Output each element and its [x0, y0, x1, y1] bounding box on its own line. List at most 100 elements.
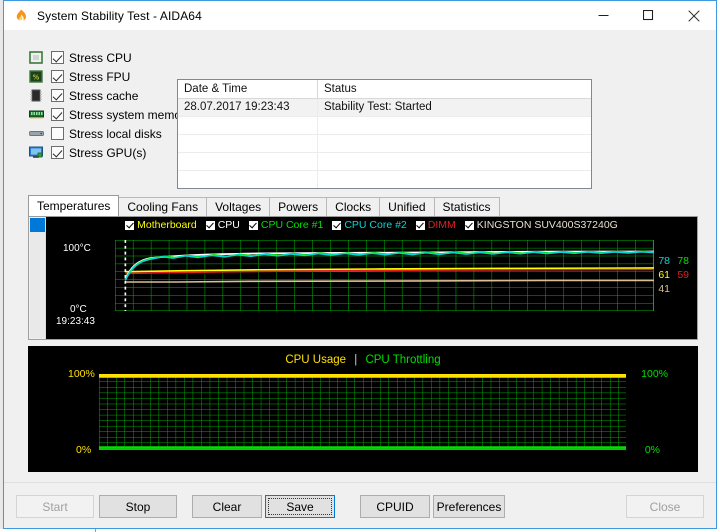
table-header-row: Date & Time Status — [178, 80, 591, 99]
stress-cpu-checkbox[interactable] — [51, 51, 64, 65]
cell-status — [318, 117, 591, 135]
legend-label: Motherboard — [137, 219, 197, 231]
legend-label: DIMM — [427, 219, 456, 231]
stress-option-label: Stress GPU(s) — [69, 145, 147, 160]
maximize-button[interactable] — [626, 1, 671, 30]
stress-option-local-disks[interactable]: Stress local disks — [28, 125, 178, 143]
cell-datetime: 28.07.2017 19:23:43 — [178, 99, 318, 117]
stress-option-fpu[interactable]: % Stress FPU — [28, 68, 178, 86]
close-button[interactable] — [671, 1, 716, 30]
cpu-left-max-label: 100% — [68, 368, 95, 380]
temperature-plot-area — [115, 240, 654, 311]
cell-status — [318, 135, 591, 153]
start-button[interactable]: Start — [16, 495, 94, 518]
cpuid-button[interactable]: CPUID — [360, 495, 430, 518]
stop-button[interactable]: Stop — [99, 495, 177, 518]
tab-powers[interactable]: Powers — [269, 197, 328, 216]
clear-button[interactable]: Clear — [192, 495, 262, 518]
column-header-status[interactable]: Status — [318, 80, 591, 99]
aida64-stability-test-window: System Stability Test - AIDA64 Stress CP… — [3, 0, 717, 529]
stress-option-cache[interactable]: Stress cache — [28, 87, 178, 105]
cpu-right-min-label: 0% — [644, 444, 660, 456]
legend-checkbox-icon[interactable] — [332, 220, 342, 230]
table-row[interactable] — [178, 117, 591, 135]
temp-value-dimm: 59 — [677, 269, 689, 281]
stress-local-disks-checkbox[interactable] — [51, 127, 64, 141]
table-row[interactable] — [178, 135, 591, 153]
legend-label: KINGSTON SUV400S37240G — [476, 219, 618, 231]
stress-option-gpu[interactable]: Stress GPU(s) — [28, 144, 178, 162]
save-button[interactable]: Save — [265, 495, 335, 518]
legend-item-dimm[interactable]: DIMM — [415, 219, 456, 231]
legend-checkbox-icon[interactable] — [415, 220, 425, 230]
chart-tabs: Temperatures Cooling Fans Voltages Power… — [28, 195, 698, 216]
temp-value-cpu-core-2: 78 — [658, 255, 670, 267]
legend-label: CPU — [217, 219, 240, 231]
legend-checkbox-icon[interactable] — [205, 220, 215, 230]
legend-item-kingston-ssd[interactable]: KINGSTON SUV400S37240G — [464, 219, 618, 231]
cpu-chart-title: CPU Usage | CPU Throttling — [28, 354, 698, 366]
temp-axis-start-time-label: 19:23:43 — [56, 316, 95, 327]
legend-label: CPU Core #1 — [260, 219, 324, 231]
gpu-monitor-icon — [28, 145, 44, 160]
cell-status — [318, 171, 591, 188]
stress-option-system-memory[interactable]: Stress system memory — [28, 106, 191, 124]
minimize-button[interactable] — [581, 1, 626, 30]
temperature-graph: Motherboard CPU CPU Core #1 CPU Core #2 — [46, 217, 697, 339]
svg-text:%: % — [33, 74, 40, 82]
cell-status — [318, 153, 591, 171]
temperature-scrollbar[interactable] — [29, 217, 46, 339]
cpu-throttling-title: CPU Throttling — [365, 354, 441, 366]
table-row[interactable] — [178, 153, 591, 171]
cell-datetime — [178, 153, 318, 171]
title-separator: | — [354, 354, 358, 366]
temperature-chart-panel: Motherboard CPU CPU Core #1 CPU Core #2 — [28, 216, 698, 340]
tab-unified[interactable]: Unified — [379, 197, 435, 216]
cpu-left-min-label: 0% — [76, 444, 92, 456]
cell-datetime — [178, 117, 318, 135]
scrollbar-track[interactable] — [30, 232, 45, 338]
close-footer-button[interactable]: Close — [626, 495, 704, 518]
stress-system-memory-checkbox[interactable] — [51, 108, 64, 122]
legend-checkbox-icon[interactable] — [464, 220, 474, 230]
stress-cache-checkbox[interactable] — [51, 89, 64, 103]
table-row[interactable]: 28.07.2017 19:23:43 Stability Test: Star… — [178, 99, 591, 117]
save-button-label: Save — [268, 498, 332, 515]
legend-item-cpu-core-2[interactable]: CPU Core #2 — [332, 219, 407, 231]
stress-fpu-checkbox[interactable] — [51, 70, 64, 84]
client-area: Stress CPU % Stress FPU Stress cache Str… — [4, 30, 716, 528]
cpu-plot-area — [99, 374, 626, 450]
memory-module-icon — [28, 107, 44, 122]
legend-label: CPU Core #2 — [344, 219, 407, 231]
cpu-chip-icon — [28, 50, 44, 65]
stress-option-label: Stress cache — [69, 88, 139, 103]
hard-disk-icon — [28, 126, 44, 141]
stress-option-cpu[interactable]: Stress CPU — [28, 49, 178, 67]
legend-item-cpu-core-1[interactable]: CPU Core #1 — [248, 219, 324, 231]
cpu-right-max-label: 100% — [641, 368, 668, 380]
tab-voltages[interactable]: Voltages — [206, 197, 271, 216]
legend-checkbox-icon[interactable] — [125, 220, 135, 230]
legend-item-motherboard[interactable]: Motherboard — [125, 219, 197, 231]
legend-item-cpu[interactable]: CPU — [205, 219, 240, 231]
stress-option-label: Stress FPU — [69, 69, 131, 84]
temp-axis-max-label: 100°C — [63, 243, 91, 254]
tab-clocks[interactable]: Clocks — [326, 197, 381, 216]
preferences-button[interactable]: Preferences — [433, 495, 505, 518]
tab-cooling-fans[interactable]: Cooling Fans — [118, 197, 208, 216]
button-bar: Start Stop Clear Save CPUID Preferences … — [4, 482, 716, 528]
temp-axis-min-label: 0°C — [70, 304, 87, 315]
cell-datetime — [178, 171, 318, 188]
legend-checkbox-icon[interactable] — [248, 220, 258, 230]
event-log-table[interactable]: Date & Time Status 28.07.2017 19:23:43 S… — [177, 79, 592, 189]
window-controls — [581, 1, 716, 30]
cache-chip-icon — [28, 88, 44, 103]
temp-value-cpu-core-1: 78 — [677, 255, 689, 267]
stress-option-label: Stress CPU — [69, 50, 132, 65]
stress-gpu-checkbox[interactable] — [51, 146, 64, 160]
column-header-datetime[interactable]: Date & Time — [178, 80, 318, 99]
tab-statistics[interactable]: Statistics — [433, 197, 500, 216]
scrollbar-thumb[interactable] — [30, 218, 45, 232]
tab-temperatures[interactable]: Temperatures — [28, 195, 120, 216]
table-row[interactable] — [178, 171, 591, 188]
